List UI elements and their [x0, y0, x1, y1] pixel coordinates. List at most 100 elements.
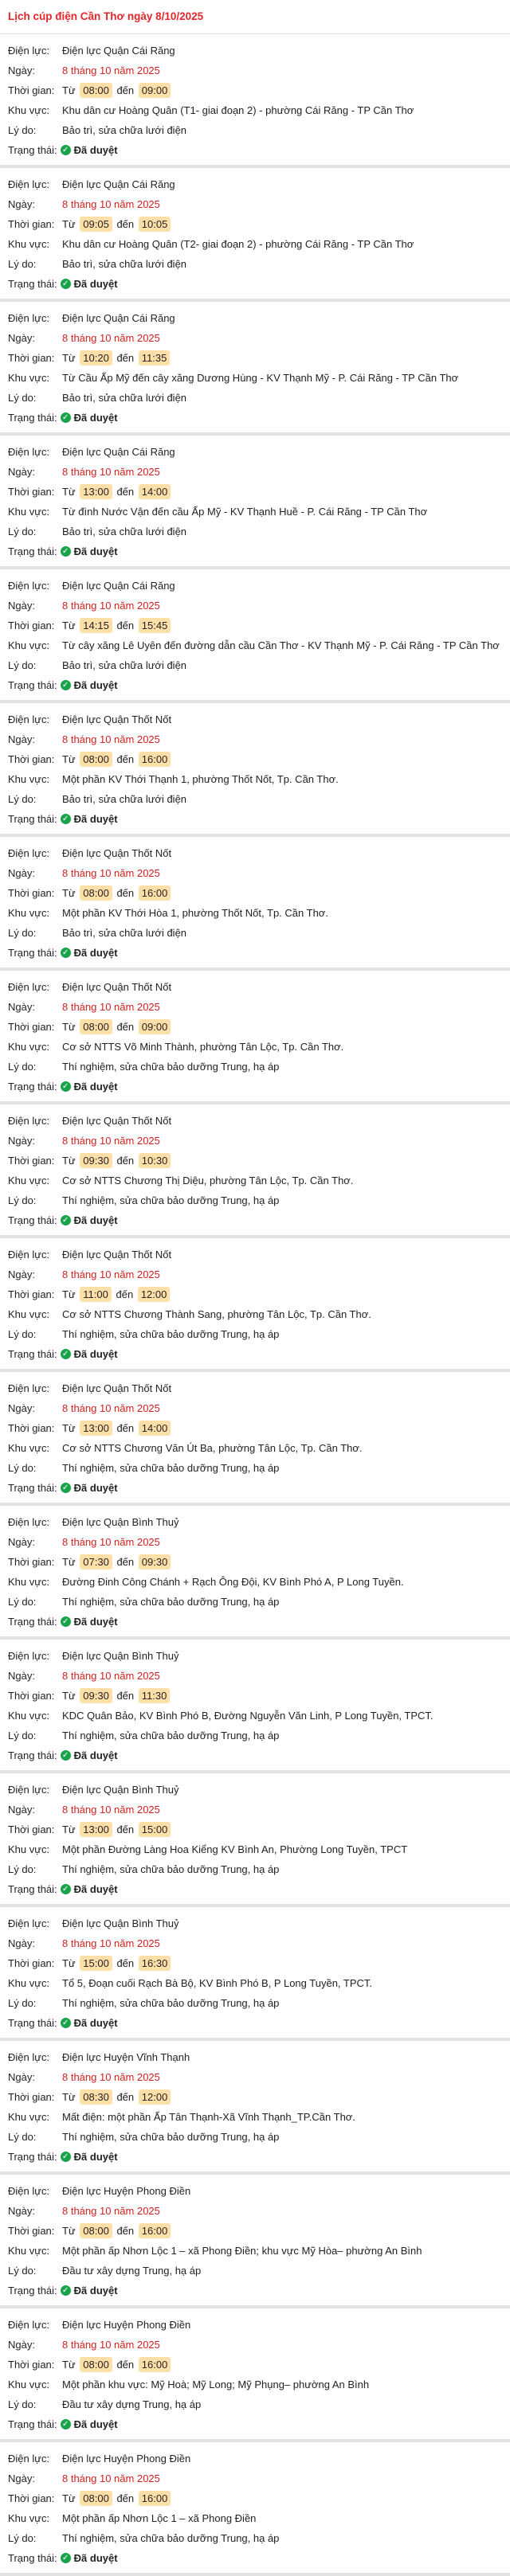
start-time-badge: 09:05 — [80, 217, 112, 232]
reason-row: Lý do: Bảo trì, sửa chữa lưới điện — [8, 655, 502, 675]
start-time-badge: 09:30 — [80, 1153, 112, 1168]
status-value: Đã duyệt — [73, 278, 118, 290]
unit-row: Điện lực: Điện lực Huyện Vĩnh Thạnh — [8, 2047, 502, 2067]
check-circle-icon: ✓ — [60, 279, 71, 289]
area-label: Khu vực: — [8, 2111, 50, 2123]
reason-value: Thí nghiệm, sửa chữa bảo dưỡng Trung, hạ… — [62, 2131, 280, 2143]
date-row: Ngày: 8 tháng 10 năm 2025 — [8, 596, 502, 616]
check-circle-icon: ✓ — [60, 1081, 71, 1092]
unit-label: Điện lực: — [8, 178, 50, 190]
reason-label: Lý do: — [8, 1863, 37, 1875]
status-value: Đã duyệt — [73, 144, 118, 156]
check-circle-icon: ✓ — [60, 680, 71, 690]
date-label: Ngày: — [8, 600, 35, 612]
area-value: Một phần KV Thới Hòa 1, phường Thốt Nốt,… — [62, 907, 328, 919]
date-value: 8 tháng 10 năm 2025 — [62, 64, 160, 76]
date-row: Ngày: 8 tháng 10 năm 2025 — [8, 2201, 502, 2221]
end-time-badge: 09:30 — [138, 1554, 171, 1569]
check-circle-icon: ✓ — [60, 1884, 71, 1894]
status-badge: ✓ Đã duyệt — [60, 410, 118, 425]
reason-value: Thí nghiệm, sửa chữa bảo dưỡng Trung, hạ… — [62, 1061, 280, 1073]
date-value: 8 tháng 10 năm 2025 — [62, 867, 160, 879]
time-label: Thời gian: — [8, 1422, 55, 1434]
outage-card: Điện lực: Điện lực Quận Thốt Nốt Ngày: 8… — [0, 1238, 510, 1372]
reason-row: Lý do: Thí nghiệm, sửa chữa bảo dưỡng Tr… — [8, 2528, 502, 2548]
reason-label: Lý do: — [8, 2131, 37, 2143]
time-to-word: đến — [116, 753, 135, 765]
area-value: Cơ sở NTTS Võ Minh Thành, phường Tân Lộc… — [62, 1041, 344, 1053]
date-value: 8 tháng 10 năm 2025 — [62, 1001, 160, 1013]
end-time-badge: 16:00 — [138, 2223, 171, 2238]
unit-label: Điện lực: — [8, 2051, 50, 2063]
reason-label: Lý do: — [8, 258, 37, 270]
status-value: Đã duyệt — [73, 1348, 118, 1360]
start-time-badge: 13:00 — [80, 484, 112, 499]
status-label: Trạng thái: — [8, 278, 57, 290]
time-row: Thời gian: Từ 13:00 đến 15:00 — [8, 1820, 502, 1839]
date-label: Ngày: — [8, 198, 35, 210]
time-value: Từ 09:30 đến 11:30 — [62, 1688, 502, 1703]
time-row: Thời gian: Từ 08:00 đến 16:00 — [8, 2355, 502, 2375]
start-time-badge: 13:00 — [80, 1822, 112, 1837]
status-badge: ✓ Đã duyệt — [60, 1748, 118, 1763]
status-badge: ✓ Đã duyệt — [60, 811, 118, 827]
end-time-badge: 16:00 — [138, 752, 171, 767]
start-time-badge: 08:00 — [80, 885, 112, 901]
reason-label: Lý do: — [8, 124, 37, 136]
unit-row: Điện lực: Điện lực Quận Thốt Nốt — [8, 1111, 502, 1131]
status-row: Trạng thái: ✓ Đã duyệt — [8, 2013, 502, 2033]
status-badge: ✓ Đã duyệt — [60, 945, 118, 960]
time-value: Từ 08:00 đến 16:00 — [62, 2357, 502, 2372]
time-to-word: đến — [116, 84, 135, 96]
reason-label: Lý do: — [8, 1730, 37, 1741]
unit-row: Điện lực: Điện lực Quận Thốt Nốt — [8, 843, 502, 863]
outage-card: Điện lực: Điện lực Quận Bình Thuỷ Ngày: … — [0, 1640, 510, 1773]
reason-row: Lý do: Bảo trì, sửa chữa lưới điện — [8, 388, 502, 408]
time-from-word: Từ — [62, 1288, 76, 1300]
time-row: Thời gian: Từ 13:00 đến 14:00 — [8, 1418, 502, 1438]
unit-label: Điện lực: — [8, 312, 50, 324]
area-label: Khu vực: — [8, 1308, 50, 1320]
time-from-word: Từ — [62, 887, 76, 899]
outage-card: Điện lực: Điện lực Quận Thốt Nốt Ngày: 8… — [0, 971, 510, 1104]
check-circle-icon: ✓ — [60, 2018, 71, 2028]
outage-card: Điện lực: Điện lực Quận Bình Thuỷ Ngày: … — [0, 1506, 510, 1640]
unit-label: Điện lực: — [8, 2185, 50, 2197]
reason-label: Lý do: — [8, 1462, 37, 1474]
time-label: Thời gian: — [8, 2225, 55, 2237]
unit-label: Điện lực: — [8, 580, 50, 592]
date-value: 8 tháng 10 năm 2025 — [62, 466, 160, 478]
date-row: Ngày: 8 tháng 10 năm 2025 — [8, 1800, 502, 1820]
date-value: 8 tháng 10 năm 2025 — [62, 332, 160, 344]
unit-row: Điện lực: Điện lực Quận Cái Răng — [8, 576, 502, 596]
check-circle-icon: ✓ — [60, 2553, 71, 2563]
date-value: 8 tháng 10 năm 2025 — [62, 1402, 160, 1414]
date-label: Ngày: — [8, 64, 35, 76]
unit-value: Điện lực Quận Cái Răng — [62, 178, 175, 190]
unit-value: Điện lực Huyện Phong Điền — [62, 2185, 191, 2197]
time-label: Thời gian: — [8, 753, 55, 765]
area-label: Khu vực: — [8, 1041, 50, 1053]
unit-row: Điện lực: Điện lực Quận Bình Thuỷ — [8, 1512, 502, 1532]
time-to-word: đến — [116, 1422, 135, 1434]
reason-label: Lý do: — [8, 526, 37, 537]
area-value: Cơ sở NTTS Chương Văn Út Ba, phường Tân … — [62, 1442, 363, 1454]
status-badge: ✓ Đã duyệt — [60, 1480, 118, 1495]
date-label: Ngày: — [8, 332, 35, 344]
date-value: 8 tháng 10 năm 2025 — [62, 1268, 160, 1280]
time-to-word: đến — [116, 1288, 134, 1300]
outage-card: Điện lực: Điện lực Quận Cái Răng Ngày: 8… — [0, 34, 510, 168]
date-row: Ngày: 8 tháng 10 năm 2025 — [8, 863, 502, 883]
area-value: Từ Cầu Ấp Mỹ đến cây xăng Dương Hùng - K… — [62, 372, 459, 384]
check-circle-icon: ✓ — [60, 814, 71, 824]
status-badge: ✓ Đã duyệt — [60, 1882, 118, 1897]
reason-row: Lý do: Thí nghiệm, sửa chữa bảo dưỡng Tr… — [8, 1057, 502, 1077]
date-label: Ngày: — [8, 1268, 35, 1280]
check-circle-icon: ✓ — [60, 546, 71, 557]
area-value: Một phần Đường Làng Hoa Kiểng KV Bình An… — [62, 1843, 408, 1855]
date-row: Ngày: 8 tháng 10 năm 2025 — [8, 1265, 502, 1284]
end-time-badge: 12:00 — [137, 1287, 171, 1302]
unit-value: Điện lực Quận Cái Răng — [62, 580, 175, 592]
area-row: Khu vực: Một phần Đường Làng Hoa Kiểng K… — [8, 1839, 502, 1859]
date-label: Ngày: — [8, 1536, 35, 1548]
